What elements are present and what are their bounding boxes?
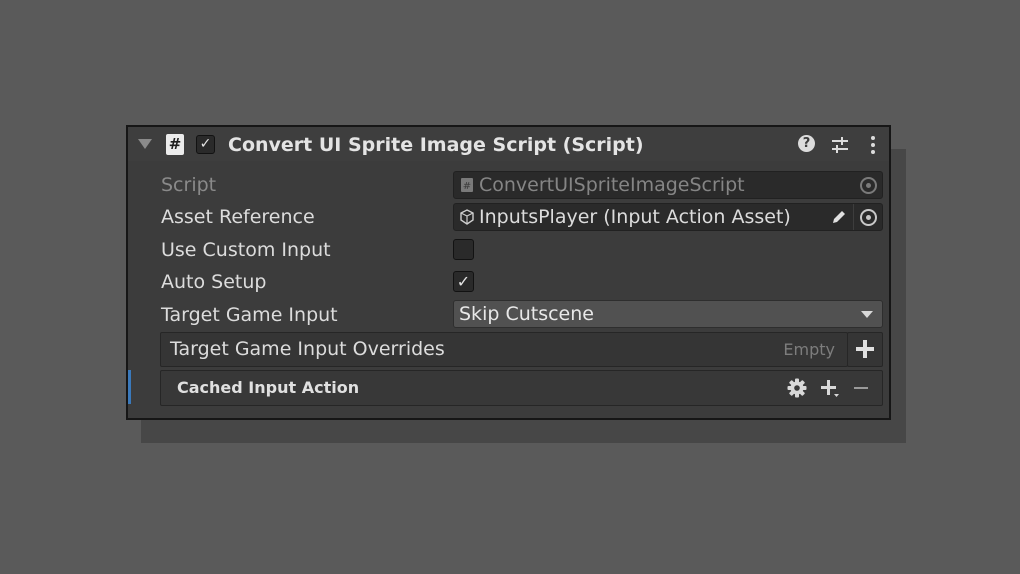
auto-setup-label: Auto Setup (161, 271, 267, 293)
object-picker-icon[interactable] (860, 209, 877, 226)
asset-reference-value: InputsPlayer (Input Action Asset) (479, 206, 791, 228)
use-custom-input-label: Use Custom Input (161, 239, 331, 261)
add-binding-icon[interactable] (820, 378, 840, 398)
help-glyph: ? (798, 135, 815, 152)
script-file-icon: # (461, 178, 473, 192)
asset-reference-label: Asset Reference (161, 206, 315, 228)
gear-icon[interactable] (787, 378, 807, 398)
chevron-down-icon (861, 311, 873, 318)
cached-input-action-row[interactable]: Cached Input Action (160, 370, 883, 406)
pencil-edit-icon[interactable] (830, 208, 848, 226)
target-game-input-overrides-header[interactable]: Target Game Input Overrides Empty (160, 332, 848, 367)
remove-minus-icon[interactable] (851, 378, 871, 398)
target-game-input-dropdown[interactable]: Skip Cutscene (453, 300, 883, 328)
object-picker-icon[interactable] (860, 177, 877, 194)
component-header[interactable]: # ✓ Convert UI Sprite Image Script (Scri… (128, 127, 889, 161)
inspector-component-panel: # ✓ Convert UI Sprite Image Script (Scri… (126, 125, 891, 420)
script-value: ConvertUISpriteImageScript (479, 174, 745, 196)
target-game-input-label: Target Game Input (161, 304, 338, 326)
selection-accent-bar (128, 370, 131, 404)
add-override-button[interactable] (847, 332, 883, 367)
use-custom-input-checkbox[interactable] (453, 239, 474, 260)
plus-icon (856, 340, 874, 358)
presets-icon[interactable] (830, 135, 850, 155)
help-icon[interactable]: ? (798, 135, 818, 155)
overrides-label: Target Game Input Overrides (170, 338, 445, 360)
script-hash-icon: # (166, 134, 184, 155)
cached-input-action-label: Cached Input Action (177, 378, 360, 397)
foldout-arrow-icon[interactable] (138, 139, 152, 149)
target-game-input-value: Skip Cutscene (459, 303, 594, 325)
svg-text:#: # (463, 181, 471, 192)
auto-setup-checkbox[interactable]: ✓ (453, 271, 474, 292)
field-divider (853, 204, 854, 230)
script-label: Script (161, 174, 217, 196)
overrides-empty-text: Empty (783, 340, 835, 359)
component-enabled-checkbox[interactable]: ✓ (196, 135, 215, 154)
asset-reference-field[interactable]: InputsPlayer (Input Action Asset) (453, 203, 883, 231)
script-field[interactable]: # ConvertUISpriteImageScript (453, 171, 883, 199)
more-vertical-icon[interactable] (863, 135, 883, 155)
input-action-asset-icon (460, 209, 474, 225)
component-title: Convert UI Sprite Image Script (Script) (228, 134, 644, 156)
